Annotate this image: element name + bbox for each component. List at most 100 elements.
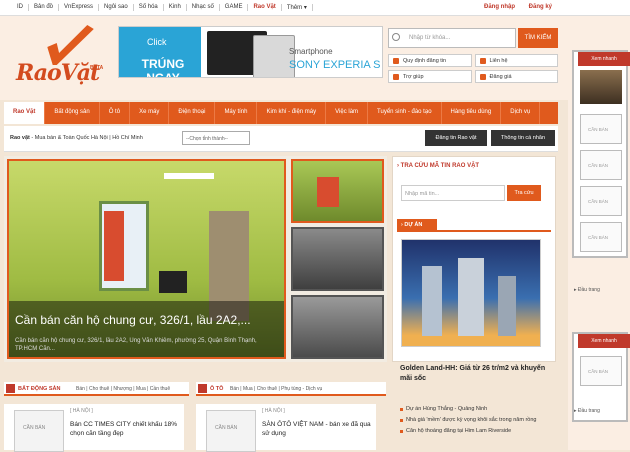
ad-click-text: Click — [147, 37, 167, 47]
listing-card[interactable]: CẦN BÁN [ HÀ NỘI ] Bán CC TIMES CITY chi… — [4, 404, 184, 452]
nav-item-xemay[interactable]: Xe máy — [130, 102, 170, 124]
top-link-kinh[interactable]: Kinh — [164, 4, 187, 11]
quick-view-item[interactable]: CẦN BÁN — [580, 186, 622, 216]
nav-item-hangtieudung[interactable]: Hàng tiêu dùng — [442, 102, 502, 124]
back-to-top-link[interactable]: ▸ Đầu trang — [574, 287, 600, 293]
search-input[interactable]: Nhập từ khóa... — [388, 28, 516, 48]
quick-view-title: Xem nhanh — [578, 52, 630, 66]
logo-text: RaoVặt — [16, 60, 100, 86]
slider-thumb-1[interactable] — [291, 159, 384, 223]
project-list: Dự án Hùng Thắng - Quảng Ninh Nhà giá 'm… — [400, 404, 560, 437]
post-ad-button[interactable]: Đăng tin Rao vặt — [425, 130, 487, 146]
nav-item-dienthoai[interactable]: Điện thoại — [169, 102, 216, 124]
personal-info-button[interactable]: Thông tin cá nhân — [491, 130, 555, 146]
house-icon — [6, 384, 15, 393]
breadcrumb-cities[interactable]: Hà Nội | Hồ Chí Minh — [91, 135, 143, 141]
ad-product-line1: Smartphone — [289, 47, 333, 56]
placeholder-label: CẦN BÁN — [215, 425, 238, 431]
nav-item-batdongsan[interactable]: Bất động sản — [45, 102, 100, 124]
quick-view-item[interactable]: CẦN BÁN — [580, 222, 622, 252]
ad-win-text: TRÚNG NGAY — [141, 57, 185, 78]
quick-link-rules[interactable]: Quy định đăng tin — [388, 54, 472, 67]
quick-view-frame: Xem nhanh CẦN BÁN CẦN BÁN CẦN BÁN CẦN BÁ… — [572, 50, 630, 258]
search-button[interactable]: TÌM KIẾM — [518, 28, 558, 48]
quick-link-help[interactable]: Trợ giúp — [388, 70, 472, 83]
nav-item-tuyensinh[interactable]: Tuyển sinh - đào tạo — [368, 102, 442, 124]
right-sidebar: Xem nhanh CẦN BÁN CẦN BÁN CẦN BÁN CẦN BÁ… — [568, 44, 630, 450]
breadcrumb-root[interactable]: Rao vặt — [10, 135, 30, 141]
listing-title[interactable]: SÀN ÔTÔ VIỆT NAM - bán xe đã qua sử dụng — [262, 420, 372, 438]
slider-main-image[interactable]: Cần bán căn hộ chung cư, 326/1, lầu 2A2,… — [7, 159, 286, 359]
quick-link-contact[interactable]: Liên hệ — [474, 54, 558, 67]
top-links: ID Bản đồ VnExpress Ngôi sao Số hóa Kinh… — [12, 4, 313, 11]
logo-mark-icon — [41, 25, 96, 65]
nav-item-maytinh[interactable]: Máy tính — [215, 102, 258, 124]
lookup-heading: › TRA CỨU MÃ TIN RAO VẶT — [397, 163, 480, 169]
category-car-subs[interactable]: Bán | Mua | Cho thuê | Phụ tùng - Dịch v… — [230, 386, 322, 392]
register-link[interactable]: Đăng ký — [529, 4, 552, 10]
quick-link-pricing[interactable]: Đăng giá — [474, 70, 558, 83]
tower-1 — [422, 266, 442, 336]
quick-view-item[interactable]: CẦN BÁN — [580, 150, 622, 180]
slider-caption: Cần bán căn hộ chung cư, 326/1, lầu 2A2,… — [9, 301, 284, 357]
slider-title[interactable]: Cần bán căn hộ chung cư, 326/1, lầu 2A2,… — [15, 313, 251, 327]
slider-description: Cần bán căn hộ chung cư, 326/1, lầu 2A2,… — [15, 338, 257, 352]
featured-slider: Cần bán căn hộ chung cư, 326/1, lầu 2A2,… — [4, 156, 387, 362]
quick-view-title-2: Xem nhanh — [578, 334, 630, 348]
top-link-nhacso[interactable]: Nhạc số — [187, 4, 220, 11]
top-link-game[interactable]: GAME — [220, 4, 249, 11]
site-logo[interactable]: RaoVặt BETA — [8, 20, 113, 94]
project-image[interactable] — [401, 239, 541, 347]
placeholder-label: CẦN BÁN — [588, 163, 609, 168]
room-light — [164, 173, 214, 179]
placeholder-label: CẦN BÁN — [588, 127, 609, 132]
nav-item-dichvu[interactable]: Dịch vụ — [501, 102, 541, 124]
lookup-panel: › TRA CỨU MÃ TIN RAO VẶT Nhập mã tin... … — [392, 156, 556, 362]
project-list-item[interactable]: Nhà giá 'mềm' được kỳ vọng khôi sắc tron… — [400, 415, 560, 426]
category-car: Ô TÔ Bán | Mua | Cho thuê | Phụ tùng - D… — [196, 382, 386, 396]
category-realestate-label[interactable]: BẤT ĐỘNG SẢN — [18, 386, 60, 392]
top-link-id[interactable]: ID — [12, 4, 29, 11]
top-link-ngoisao[interactable]: Ngôi sao — [99, 4, 134, 11]
project-list-item[interactable]: Căn hộ thoáng đãng tại Him Lam Riverside — [400, 426, 560, 437]
top-link-map[interactable]: Bản đồ — [29, 4, 60, 11]
project-list-item[interactable]: Dự án Hùng Thắng - Quảng Ninh — [400, 404, 560, 415]
project-title[interactable]: Golden Land-HH: Giá từ 26 tr/m2 và khuyế… — [400, 364, 550, 384]
listing-card[interactable]: CẦN BÁN [ HÀ NỘI ] SÀN ÔTÔ VIỆT NAM - bá… — [196, 404, 376, 452]
quick-view-photo[interactable] — [580, 70, 622, 104]
login-link[interactable]: Đăng nhập — [484, 4, 515, 10]
thumb-1-detail — [317, 177, 339, 207]
placeholder-label: CẦN BÁN — [588, 369, 609, 374]
back-to-top-link-2[interactable]: ▸ Đầu trang — [574, 408, 600, 414]
nav-item-vieclam[interactable]: Việc làm — [326, 102, 369, 124]
top-link-raovat[interactable]: Rao Vặt — [248, 4, 282, 11]
category-realestate: BẤT ĐỘNG SẢN Bán | Cho thuê | Nhượng | M… — [4, 382, 189, 396]
top-link-vnexpress[interactable]: VnExpress — [59, 4, 100, 11]
nav-item-oto[interactable]: Ô tô — [100, 102, 131, 124]
room-curtain — [104, 211, 124, 281]
top-link-sohoa[interactable]: Số hóa — [134, 4, 164, 11]
province-select[interactable]: --Chọn tỉnh thành-- — [182, 131, 250, 145]
projects-divider — [397, 230, 551, 232]
main-nav: Rao Vặt Bất động sản Ô tô Xe máy Điện th… — [4, 102, 558, 124]
tower-3 — [498, 276, 516, 336]
lookup-input[interactable]: Nhập mã tin... — [401, 185, 505, 201]
nav-item-kimkhi[interactable]: Kim khí - điện máy — [257, 102, 327, 124]
breadcrumb-rest: - Mua bán & Toàn Quốc — [29, 135, 90, 141]
quick-links: Quy định đăng tin Liên hệ Trợ giúp Đăng … — [388, 54, 558, 83]
ad-banner[interactable]: Click TRÚNG NGAY Smartphone SONY EXPERIA… — [118, 26, 383, 78]
listing-location: [ HÀ NỘI ] — [262, 408, 285, 414]
nav-item-raovat[interactable]: Rao Vặt — [4, 102, 46, 124]
slider-thumb-2[interactable] — [291, 227, 384, 291]
tower-2 — [458, 258, 484, 336]
slider-thumb-3[interactable] — [291, 295, 384, 359]
category-realestate-subs[interactable]: Bán | Cho thuê | Nhượng | Mua | Cần thuê — [76, 386, 170, 392]
quick-view-item[interactable]: CẦN BÁN — [580, 356, 622, 386]
quick-view-item[interactable]: CẦN BÁN — [580, 114, 622, 144]
top-link-more[interactable]: Thêm ▾ — [282, 4, 313, 11]
search-box: Nhập từ khóa... TÌM KIẾM Quy định đăng t… — [388, 26, 558, 90]
category-car-label[interactable]: Ô TÔ — [210, 386, 223, 392]
listing-title[interactable]: Bán CC TIMES CITY chiết khấu 18% chọn că… — [70, 420, 180, 438]
placeholder-label: CẦN BÁN — [588, 235, 609, 240]
lookup-button[interactable]: Tra cứu — [507, 185, 541, 201]
